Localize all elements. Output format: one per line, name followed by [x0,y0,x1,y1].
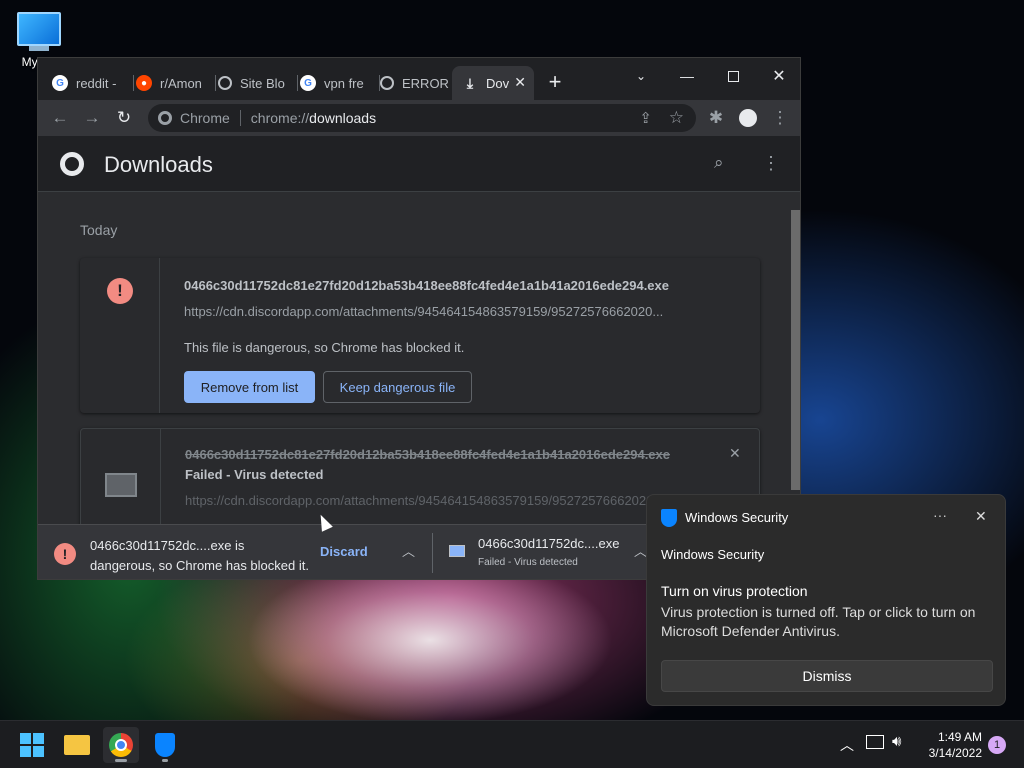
shelf-dangerous-message: 0466c30d11752dc....exe is dangerous, so … [90,538,309,573]
tab-downloads[interactable]: ⤓ Dov ✕ [452,66,534,100]
shelf-file-status: Failed - Virus detected [478,557,578,568]
reddit-icon: ● [136,75,152,91]
url-scheme: chrome:// [250,110,310,126]
maximize-icon [727,70,739,82]
notification-header: Windows Security [661,547,765,562]
chrome-logo-icon [60,152,84,176]
clock[interactable]: 1:49 AM 3/14/2022 [918,729,982,761]
share-icon[interactable]: ⇪ [639,109,652,127]
tab-error[interactable]: ERROR: [380,70,450,96]
show-hidden-icons-chevron[interactable]: ︿ [840,735,854,755]
more-options-icon[interactable]: ··· [933,507,947,523]
search-icon[interactable]: ⌕ [714,153,724,173]
download-icon: ⤓ [466,74,474,91]
file-type-icon [449,545,465,557]
tab-reddit-search[interactable]: G reddit - [52,70,134,96]
tab-search-button[interactable]: ⌄ [618,62,664,90]
browser-toolbar: ← → ↻ Chrome chrome://downloads ⇪ ☆ ✱ ⋮ [38,100,800,136]
windows-security-taskbar-button[interactable] [147,727,183,763]
notification-app-name: Windows Security [685,510,789,525]
notification-body: Virus protection is turned off. Tap or c… [661,604,976,639]
globe-icon [380,76,394,90]
network-icon[interactable] [866,735,884,749]
menu-kebab-icon[interactable]: ⋮ [768,106,792,130]
downloads-header: Downloads ⌕ ⋮ [38,136,800,192]
google-icon: G [300,75,316,91]
more-actions-icon[interactable]: ⋮ [762,153,780,174]
minimize-button[interactable]: — [664,62,710,90]
shield-icon [155,733,175,757]
file-type-icon [105,473,137,497]
extensions-icon[interactable]: ✱ [704,106,728,130]
tab-reddit-among[interactable]: ● r/Amon [136,70,216,96]
windows-security-notification[interactable]: Windows Security ··· ✕ Windows Security … [646,494,1006,706]
danger-description: This file is dangerous, so Chrome has bl… [184,340,465,355]
dismiss-button[interactable]: Dismiss [661,660,993,692]
failed-status: Failed - Virus detected [185,467,324,482]
chrome-icon [109,733,133,757]
file-url[interactable]: https://cdn.discordapp.com/attachments/9… [185,493,680,508]
start-button[interactable] [14,727,50,763]
keep-dangerous-file-button[interactable]: Keep dangerous file [323,371,472,403]
profile-button[interactable] [736,106,760,130]
close-window-button[interactable]: ✕ [756,62,800,90]
avatar [739,109,757,127]
chevron-up-icon[interactable]: ︿ [402,541,415,560]
clock-time: 1:49 AM [937,730,982,744]
remove-from-list-button[interactable]: Remove from list [184,371,315,403]
bookmark-star-icon[interactable]: ☆ [669,108,684,128]
globe-icon [218,76,232,90]
tab-site-blocked[interactable]: Site Blo [218,70,298,96]
close-icon[interactable]: ✕ [975,508,987,525]
notification-badge[interactable]: 1 [988,736,1006,754]
forward-button[interactable]: → [80,106,104,130]
omnibox-chip: Chrome [180,110,230,126]
shelf-file-name[interactable]: 0466c30d11752dc....exe [478,536,619,551]
windows-logo-icon [20,733,44,757]
new-tab-button[interactable]: + [544,70,566,96]
url-host: downloads [309,110,377,126]
warning-icon: ! [54,543,76,565]
reload-button[interactable]: ↻ [112,106,136,130]
back-button[interactable]: ← [48,106,72,130]
shield-icon [661,509,677,527]
file-name: 0466c30d11752dc81e27fd20d12ba53b418ee88f… [185,447,670,462]
address-bar[interactable]: Chrome chrome://downloads ⇪ ☆ [148,104,696,132]
page-title: Downloads [104,152,213,177]
taskbar: ︿ 🔊︎ 1:49 AM 3/14/2022 1 [0,720,1024,768]
folder-icon [64,735,90,755]
warning-icon: ! [107,278,133,304]
clock-date: 3/14/2022 [928,746,982,760]
volume-icon[interactable]: 🔊︎ [892,733,901,750]
notification-title: Turn on virus protection [661,583,808,599]
file-explorer-button[interactable] [59,727,95,763]
file-name[interactable]: 0466c30d11752dc81e27fd20d12ba53b418ee88f… [184,278,669,293]
chrome-logo-icon [158,111,172,125]
tab-vpn-free[interactable]: G vpn fre [300,70,380,96]
maximize-button[interactable] [710,62,756,90]
chrome-taskbar-button[interactable] [103,727,139,763]
date-section-heading: Today [80,222,118,238]
tab-strip: G reddit - ● r/Amon Site Blo G vpn fre E… [38,58,800,100]
download-item-dangerous: ! 0466c30d11752dc81e27fd20d12ba53b418ee8… [80,258,760,413]
monitor-icon [17,12,61,46]
discard-button[interactable]: Discard [320,544,368,559]
tab-close-icon[interactable]: ✕ [514,74,526,91]
file-url[interactable]: https://cdn.discordapp.com/attachments/9… [184,304,679,319]
google-icon: G [52,75,68,91]
remove-item-close-icon[interactable]: ✕ [729,445,741,462]
